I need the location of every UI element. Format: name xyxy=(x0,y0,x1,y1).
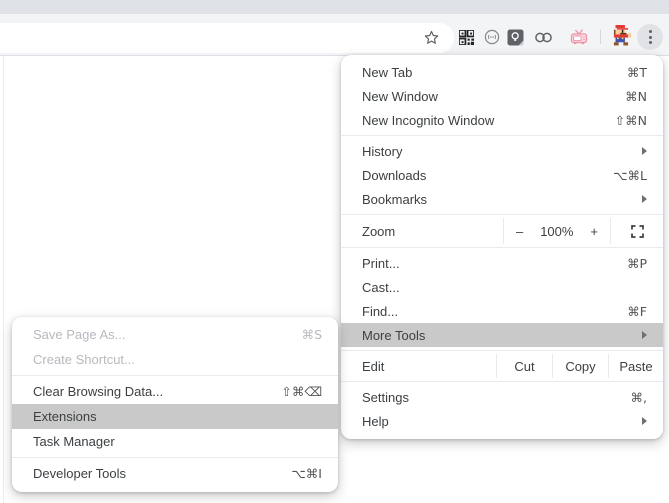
circle-face-extension-icon[interactable] xyxy=(482,27,502,47)
bookmark-star-icon[interactable] xyxy=(421,27,441,47)
address-bar[interactable] xyxy=(0,23,454,53)
menu-item-label: New Tab xyxy=(362,65,412,80)
menu-item-new-incognito-window[interactable]: New Incognito Window ⇧⌘N xyxy=(341,108,663,132)
paste-label: Paste xyxy=(619,359,652,374)
zoom-in-button[interactable]: + xyxy=(590,224,610,239)
menu-item-more-tools[interactable]: More Tools xyxy=(341,323,663,347)
toolbar-separator xyxy=(600,30,601,44)
zoom-label: Zoom xyxy=(362,224,395,239)
zoom-controls: – 100% + xyxy=(504,218,610,244)
copy-button[interactable]: Copy xyxy=(553,354,608,378)
menu-item-cast[interactable]: Cast... xyxy=(341,275,663,299)
menu-item-label: New Window xyxy=(362,89,438,104)
menu-item-label: History xyxy=(362,144,402,159)
lightbulb-extension-icon[interactable] xyxy=(505,27,525,47)
menu-separator xyxy=(341,247,663,248)
zoom-out-button[interactable]: – xyxy=(504,224,523,239)
cut-label: Cut xyxy=(514,359,534,374)
edit-label-cell: Edit xyxy=(341,354,496,378)
pink-tv-extension-icon[interactable] xyxy=(569,27,589,47)
zoom-label-cell: Zoom xyxy=(341,218,503,244)
menu-item-shortcut: ⇧⌘N xyxy=(615,113,647,128)
menu-item-shortcut: ⌘T xyxy=(627,65,647,80)
menu-zoom-row: Zoom – 100% + xyxy=(341,218,663,244)
submenu-arrow-icon xyxy=(642,331,647,339)
menu-item-bookmarks[interactable]: Bookmarks xyxy=(341,187,663,211)
submenu-item-label: Task Manager xyxy=(33,434,115,449)
menu-separator xyxy=(341,214,663,215)
menu-separator xyxy=(341,350,663,351)
submenu-item-label: Extensions xyxy=(33,409,97,424)
menu-item-downloads[interactable]: Downloads ⌥⌘L xyxy=(341,163,663,187)
menu-item-label: More Tools xyxy=(362,328,425,343)
more-tools-submenu: Save Page As... ⌘S Create Shortcut... Cl… xyxy=(12,317,338,492)
menu-item-shortcut: ⌘N xyxy=(625,89,647,104)
menu-item-label: Downloads xyxy=(362,168,426,183)
menu-item-label: Help xyxy=(362,414,389,429)
menu-item-label: Print... xyxy=(362,256,400,271)
menu-item-shortcut: ⌘F xyxy=(627,304,647,319)
submenu-arrow-icon xyxy=(642,417,647,425)
menu-item-settings[interactable]: Settings ⌘, xyxy=(341,385,663,409)
submenu-item-developer-tools[interactable]: Developer Tools ⌥⌘I xyxy=(12,461,338,486)
submenu-item-shortcut: ⌥⌘I xyxy=(291,466,322,481)
submenu-item-create-shortcut: Create Shortcut... xyxy=(12,347,338,372)
menu-item-help[interactable]: Help xyxy=(341,409,663,433)
submenu-item-label: Save Page As... xyxy=(33,327,126,342)
menu-item-label: New Incognito Window xyxy=(362,113,494,128)
browser-menu: New Tab ⌘T New Window ⌘N New Incognito W… xyxy=(341,55,663,439)
browser-window: New Tab ⌘T New Window ⌘N New Incognito W… xyxy=(0,0,669,503)
tab-strip xyxy=(0,0,669,14)
link-rings-extension-icon[interactable] xyxy=(533,27,553,47)
profile-avatar-mario[interactable] xyxy=(610,25,632,47)
menu-item-shortcut: ⌘P xyxy=(627,256,647,271)
fullscreen-button[interactable] xyxy=(611,218,663,244)
menu-item-label: Find... xyxy=(362,304,398,319)
menu-edit-row: Edit Cut Copy Paste xyxy=(341,354,663,378)
submenu-item-label: Developer Tools xyxy=(33,466,126,481)
submenu-arrow-icon xyxy=(642,147,647,155)
submenu-item-save-page-as: Save Page As... ⌘S xyxy=(12,322,338,347)
cut-button[interactable]: Cut xyxy=(497,354,552,378)
submenu-item-task-manager[interactable]: Task Manager xyxy=(12,429,338,454)
submenu-item-extensions[interactable]: Extensions xyxy=(12,404,338,429)
browser-menu-button[interactable] xyxy=(637,24,663,50)
submenu-item-clear-browsing-data[interactable]: Clear Browsing Data... ⇧⌘⌫ xyxy=(12,379,338,404)
menu-item-shortcut: ⌥⌘L xyxy=(613,168,647,183)
menu-item-new-tab[interactable]: New Tab ⌘T xyxy=(341,60,663,84)
menu-separator xyxy=(341,135,663,136)
qr-extension-icon[interactable] xyxy=(456,27,476,47)
submenu-arrow-icon xyxy=(642,195,647,203)
edit-label: Edit xyxy=(362,359,384,374)
page-edge-line xyxy=(3,56,4,503)
submenu-item-shortcut: ⌘S xyxy=(302,327,322,342)
zoom-level-value: 100% xyxy=(523,224,590,239)
copy-label: Copy xyxy=(565,359,595,374)
submenu-item-label: Clear Browsing Data... xyxy=(33,384,163,399)
menu-separator xyxy=(341,381,663,382)
menu-item-label: Bookmarks xyxy=(362,192,427,207)
submenu-item-shortcut: ⇧⌘⌫ xyxy=(281,384,322,399)
menu-item-new-window[interactable]: New Window ⌘N xyxy=(341,84,663,108)
submenu-item-label: Create Shortcut... xyxy=(33,352,135,367)
menu-item-shortcut: ⌘, xyxy=(631,390,647,405)
menu-item-print[interactable]: Print... ⌘P xyxy=(341,251,663,275)
menu-item-label: Cast... xyxy=(362,280,400,295)
menu-separator xyxy=(12,457,338,458)
fullscreen-icon xyxy=(631,225,644,238)
paste-button[interactable]: Paste xyxy=(609,354,663,378)
three-dots-icon xyxy=(649,30,652,44)
menu-separator xyxy=(12,375,338,376)
menu-item-label: Settings xyxy=(362,390,409,405)
menu-item-find[interactable]: Find... ⌘F xyxy=(341,299,663,323)
menu-item-history[interactable]: History xyxy=(341,139,663,163)
